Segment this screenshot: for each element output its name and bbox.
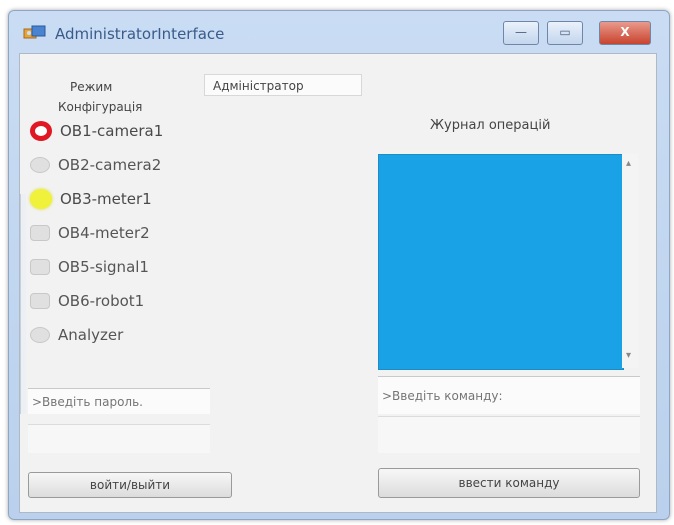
device-ob3-meter1[interactable]: OB3-meter1: [30, 186, 152, 212]
device-label: OB2-camera2: [58, 156, 162, 174]
password-output-field: [28, 424, 210, 453]
device-label: Analyzer: [58, 326, 124, 344]
login-button-label: войти/выйти: [89, 478, 171, 492]
mode-tab-administrator[interactable]: Адміністратор: [204, 74, 362, 96]
window-title: AdministratorInterface: [55, 25, 225, 43]
device-label: OB5-signal1: [58, 258, 149, 276]
app-icon: [23, 25, 46, 39]
title-bar[interactable]: AdministratorInterface — ▭ X: [9, 11, 669, 51]
operation-log[interactable]: [378, 154, 624, 370]
device-label: OB3-meter1: [60, 190, 152, 208]
status-gray-icon: [30, 225, 50, 241]
scroll-up-icon[interactable]: ▴: [626, 158, 631, 169]
status-gray-icon: [30, 157, 50, 173]
device-label: OB6-robot1: [58, 292, 145, 310]
status-gray-icon: [30, 327, 50, 343]
minimize-button[interactable]: —: [503, 21, 539, 45]
log-scrollbar[interactable]: ▴ ▾: [622, 154, 638, 368]
password-input[interactable]: [28, 388, 210, 414]
enter-command-button[interactable]: ввести команду: [378, 468, 640, 498]
maximize-button[interactable]: ▭: [547, 21, 583, 45]
status-gray-icon: [30, 259, 50, 275]
mode-value: Адміністратор: [213, 79, 304, 93]
login-logout-button[interactable]: войти/выйти: [28, 472, 232, 498]
client-area: Режим Адміністратор Конфігурація OB1-cam…: [19, 53, 657, 513]
status-gray-icon: [30, 293, 50, 309]
close-button[interactable]: X: [599, 21, 651, 45]
command-input[interactable]: [378, 376, 640, 414]
minimize-icon: —: [515, 25, 527, 39]
maximize-icon: ▭: [559, 25, 571, 39]
device-ob4-meter2[interactable]: OB4-meter2: [30, 220, 150, 246]
main-window: AdministratorInterface — ▭ X Режим Адмін…: [8, 10, 670, 520]
mode-label: Режим: [70, 80, 113, 94]
status-yellow-icon: [30, 189, 52, 209]
config-label: Конфігурація: [58, 100, 143, 114]
command-button-label: ввести команду: [458, 476, 560, 490]
device-ob6-robot1[interactable]: OB6-robot1: [30, 288, 144, 314]
log-label: Журнал операцій: [430, 118, 551, 133]
device-label: OB1-camera1: [60, 122, 164, 140]
device-analyzer[interactable]: Analyzer: [30, 322, 123, 348]
command-output-field: [378, 416, 640, 453]
close-icon: X: [620, 25, 630, 39]
status-red-icon: [30, 121, 52, 141]
scroll-down-icon[interactable]: ▾: [626, 350, 631, 361]
device-ob5-signal1[interactable]: OB5-signal1: [30, 254, 149, 280]
device-label: OB4-meter2: [58, 224, 150, 242]
device-ob2-camera2[interactable]: OB2-camera2: [30, 152, 161, 178]
device-ob1-camera1[interactable]: OB1-camera1: [30, 118, 163, 144]
left-scrollbar[interactable]: [20, 194, 26, 414]
